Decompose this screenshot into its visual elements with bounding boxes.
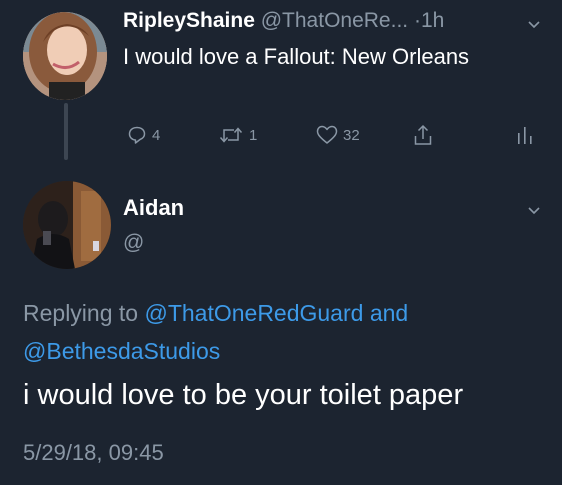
display-name[interactable]: Aidan bbox=[123, 195, 184, 221]
tweet-date[interactable]: 5/29/18, 09:45 bbox=[23, 440, 164, 466]
mention-link[interactable]: @ThatOneRedGuard bbox=[144, 300, 363, 326]
analytics-button[interactable] bbox=[516, 121, 534, 149]
heart-icon bbox=[316, 125, 338, 144]
replying-to-line-2: @BethesdaStudios bbox=[23, 335, 220, 367]
avatar[interactable] bbox=[23, 12, 107, 100]
reply-button[interactable]: 4 bbox=[127, 121, 160, 149]
replying-to-line: Replying to @ThatOneRedGuard and bbox=[23, 297, 408, 329]
avatar[interactable] bbox=[23, 181, 111, 269]
retweet-count: 1 bbox=[249, 126, 258, 144]
tweet1-header: RipleyShaine @ThatOneRe... ·1h bbox=[123, 9, 543, 39]
share-button[interactable] bbox=[413, 121, 433, 149]
reply-icon bbox=[128, 126, 146, 144]
mention-link[interactable]: @BethesdaStudios bbox=[23, 338, 220, 364]
retweet-icon bbox=[219, 127, 243, 143]
user-handle[interactable]: @ThatOneRe... bbox=[261, 9, 408, 32]
analytics-icon bbox=[518, 127, 532, 144]
chevron-down-icon[interactable] bbox=[528, 19, 540, 31]
display-name[interactable]: RipleyShaine bbox=[123, 9, 255, 32]
chevron-down-icon[interactable] bbox=[528, 205, 540, 217]
reply-count: 4 bbox=[152, 126, 161, 144]
replying-and-label[interactable]: and bbox=[370, 300, 408, 326]
share-icon bbox=[414, 124, 432, 145]
tweet2-text: i would love to be your toilet paper bbox=[23, 379, 464, 411]
like-count: 32 bbox=[343, 126, 360, 144]
user-photo-avatar-icon bbox=[23, 12, 107, 100]
tweet1-text: I would love a Fallout: New Orleans bbox=[123, 44, 470, 69]
time-separator: · bbox=[413, 9, 421, 32]
user-photo-avatar-icon bbox=[23, 181, 111, 269]
timestamp[interactable]: 1h bbox=[421, 9, 444, 32]
user-handle[interactable]: @ bbox=[123, 231, 144, 255]
like-button[interactable]: 32 bbox=[316, 121, 360, 149]
replying-to-label: Replying to bbox=[23, 300, 139, 326]
thread-connector-line bbox=[64, 103, 68, 160]
retweet-button[interactable]: 1 bbox=[218, 121, 257, 149]
